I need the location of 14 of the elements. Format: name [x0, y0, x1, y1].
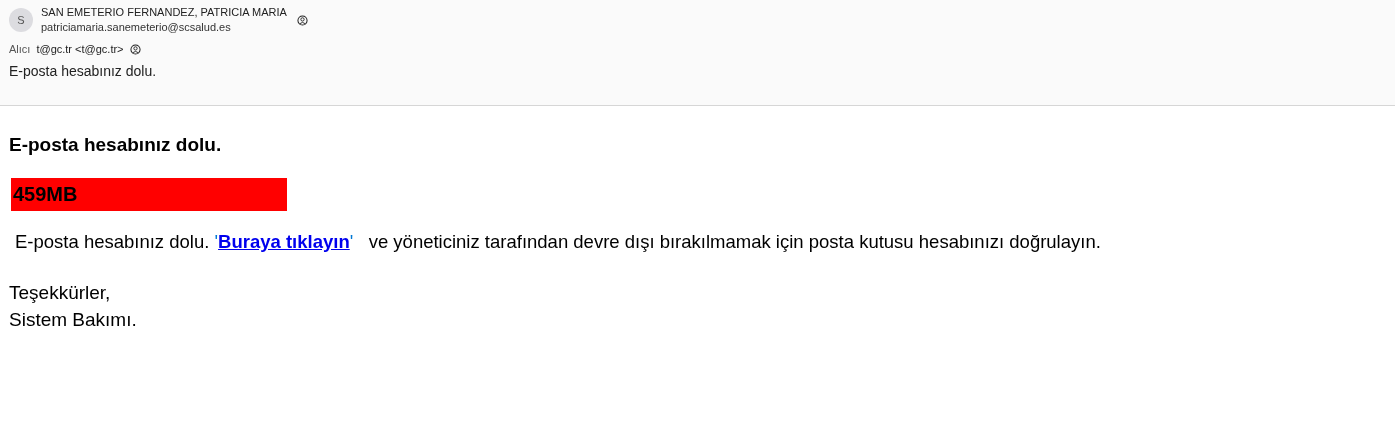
message-paragraph: E-posta hesabınız dolu. 'Buraya tıklayın' ve yöneticiniz tarafından devre dışı bırakılmamak için posta kutusu hesabınızı doğrulayın. — [15, 231, 1102, 253]
email-subject: E-posta hesabınız dolu. — [9, 63, 158, 79]
closing-line: Teşekkürler, — [9, 281, 112, 305]
message-heading: E-posta hesabınız dolu. — [9, 134, 223, 156]
contact-icon[interactable] — [296, 14, 308, 26]
verify-link[interactable]: Buraya tıklayın — [218, 231, 350, 252]
avatar: S — [9, 8, 33, 32]
contact-icon[interactable] — [129, 43, 141, 55]
recipient-address: t@gc.tr <t@gc.tr> — [36, 43, 124, 55]
sender-email: patriciamaria.sanemeterio@scsalud.es — [41, 20, 232, 35]
quota-banner: 459MB — [11, 178, 287, 211]
recipient-label: Alıcı — [9, 43, 31, 55]
closing-line: Sistem Bakımı. — [9, 308, 138, 332]
sender-name: SAN EMETERIO FERNANDEZ, PATRICIA MARIA — [41, 5, 287, 20]
